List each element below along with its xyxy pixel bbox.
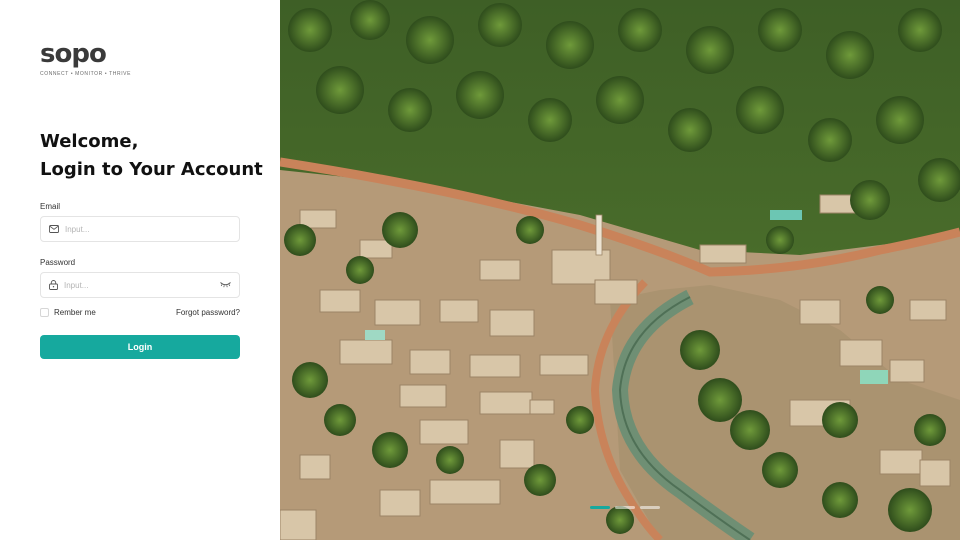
welcome-line: Welcome, xyxy=(40,131,139,152)
forgot-password-link[interactable]: Forgot password? xyxy=(176,308,240,317)
carousel-dot-2[interactable] xyxy=(615,506,635,509)
email-label: Email xyxy=(40,202,61,211)
email-field-container[interactable] xyxy=(40,216,240,242)
login-button[interactable]: Login xyxy=(40,335,240,359)
lock-icon xyxy=(49,280,58,290)
login-panel: sopo CONNECT • MONITOR • THRIVE Welcome,… xyxy=(0,0,280,540)
hero-image xyxy=(280,0,960,540)
carousel-dot-3[interactable] xyxy=(640,506,660,509)
brand-logo: sopo CONNECT • MONITOR • THRIVE xyxy=(40,40,135,80)
password-label: Password xyxy=(40,258,76,267)
remember-label: Rember me xyxy=(54,308,96,317)
carousel-dot-1[interactable] xyxy=(590,506,610,509)
password-input[interactable] xyxy=(64,280,204,290)
eye-closed-icon[interactable] xyxy=(220,281,231,288)
brand-tagline: CONNECT • MONITOR • THRIVE xyxy=(40,71,132,77)
carousel-indicators xyxy=(590,506,660,509)
aerial-village-illustration xyxy=(280,0,960,540)
mail-icon xyxy=(49,225,59,233)
login-title-line: Login to Your Account xyxy=(40,159,263,180)
remember-checkbox[interactable] xyxy=(40,308,49,317)
remember-me[interactable]: Rember me xyxy=(40,308,96,317)
page-title: Welcome, Login to Your Account xyxy=(40,128,263,184)
email-input[interactable] xyxy=(65,224,205,234)
password-field-container[interactable] xyxy=(40,272,240,298)
brand-wordmark: sopo xyxy=(40,39,107,69)
